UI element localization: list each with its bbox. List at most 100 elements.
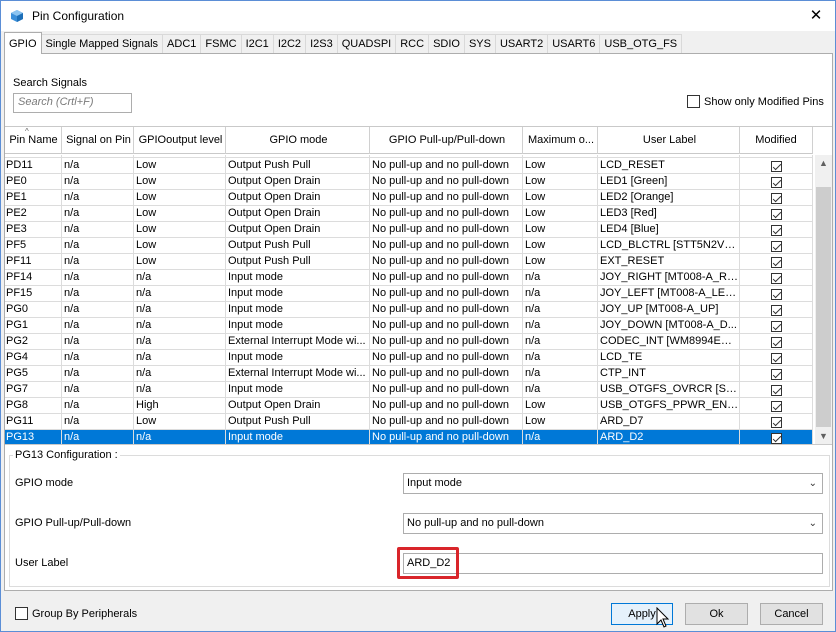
table-cell-signal: n/a — [62, 254, 134, 270]
cancel-button[interactable]: Cancel — [760, 603, 823, 625]
table-row[interactable]: PG5 n/a n/a External Interrupt Mode wi... No… — [5, 366, 813, 382]
pull-select[interactable]: No pull-up and no pull-down ⌄ — [403, 513, 823, 534]
modified-checkbox[interactable] — [770, 160, 782, 172]
table-cell-max: n/a — [523, 382, 598, 398]
table-row[interactable]: PE3 n/a Low Output Open Drain No pull-up and… — [5, 222, 813, 238]
gpio-panel: Search Signals Search (Crtl+F) Show only… — [4, 53, 833, 591]
scroll-down-icon[interactable]: ▼ — [815, 428, 832, 444]
group-by-checkbox[interactable] — [15, 607, 28, 620]
column-header[interactable]: Signal on Pin — [62, 127, 134, 154]
table-cell-mode: Input mode — [226, 318, 370, 334]
column-header[interactable]: GPIO mode — [226, 127, 370, 154]
tab-rcc[interactable]: RCC — [395, 34, 430, 54]
table-row[interactable]: PF11 n/a Low Output Push Pull No pull-up and… — [5, 254, 813, 270]
table-cell-mode: Input mode — [226, 430, 370, 444]
table-cell-max: Low — [523, 238, 598, 254]
search-input[interactable]: Search (Crtl+F) — [13, 93, 132, 113]
table-row[interactable]: PG2 n/a n/a External Interrupt Mode wi... No… — [5, 334, 813, 350]
table-cell-pull: No pull-up and no pull-down — [370, 334, 523, 350]
tab-sys[interactable]: SYS — [463, 34, 496, 54]
tab-i2s3[interactable]: I2S3 — [305, 34, 338, 54]
table-row[interactable]: PG1 n/a n/a Input mode No pull-up and no pul… — [5, 318, 813, 334]
table-row[interactable]: PG11 n/a Low Output Push Pull No pull-up and… — [5, 414, 813, 430]
table-cell-label: ARD_D7 — [598, 414, 740, 430]
tab-quadspi[interactable]: QUADSPI — [336, 34, 397, 54]
ok-button[interactable]: Ok — [685, 603, 748, 625]
modified-checkbox[interactable] — [770, 176, 782, 188]
modified-checkbox[interactable] — [770, 208, 782, 220]
table-row[interactable]: PF15 n/a n/a Input mode No pull-up and no pu… — [5, 286, 813, 302]
show-modified-toggle[interactable]: Show only Modified Pins — [687, 95, 824, 108]
tab-usart6[interactable]: USART6 — [547, 34, 601, 54]
modified-checkbox[interactable] — [770, 416, 782, 428]
table-cell-pull: No pull-up and no pull-down — [370, 254, 523, 270]
tab-sdio[interactable]: SDIO — [428, 34, 465, 54]
gpio-mode-select[interactable]: Input mode ⌄ — [403, 473, 823, 494]
table-row[interactable]: PG4 n/a n/a Input mode No pull-up and no pul… — [5, 350, 813, 366]
table-cell-pull: No pull-up and no pull-down — [370, 318, 523, 334]
table-row[interactable]: PE2 n/a Low Output Open Drain No pull-up and… — [5, 206, 813, 222]
modified-checkbox[interactable] — [770, 240, 782, 252]
table-cell-modified — [740, 286, 813, 302]
tab-single-mapped-signals[interactable]: Single Mapped Signals — [40, 34, 164, 54]
modified-checkbox[interactable] — [770, 368, 782, 380]
table-cell-modified — [740, 158, 813, 174]
table-cell-level: Low — [134, 206, 226, 222]
table-cell-signal: n/a — [62, 286, 134, 302]
modified-checkbox[interactable] — [770, 224, 782, 236]
close-icon[interactable]: ✕ — [807, 7, 825, 25]
column-header[interactable]: Modified — [740, 127, 813, 154]
modified-checkbox[interactable] — [770, 288, 782, 300]
table-row[interactable]: PF14 n/a n/a Input mode No pull-up and no pu… — [5, 270, 813, 286]
column-header[interactable]: GPIO Pull-up/Pull-down — [370, 127, 523, 154]
table-row[interactable]: PF5 n/a Low Output Push Pull No pull-up and … — [5, 238, 813, 254]
tab-usb-otg-fs[interactable]: USB_OTG_FS — [599, 34, 683, 54]
tab-usart2[interactable]: USART2 — [494, 34, 549, 54]
config-title: PG13 Configuration : — [13, 449, 120, 461]
modified-checkbox[interactable] — [770, 272, 782, 284]
column-header[interactable]: GPIOoutput level — [134, 127, 226, 154]
table-cell-modified — [740, 398, 813, 414]
scroll-up-icon[interactable]: ▲ — [815, 155, 832, 172]
table-row[interactable]: PE1 n/a Low Output Open Drain No pull-up and… — [5, 190, 813, 206]
tab-i2c2[interactable]: I2C2 — [272, 34, 307, 54]
column-header-label: Pin Name — [9, 134, 58, 146]
table-row[interactable]: PE0 n/a Low Output Open Drain No pull-up and… — [5, 174, 813, 190]
tab-fsmc[interactable]: FSMC — [200, 34, 242, 54]
modified-checkbox[interactable] — [770, 320, 782, 332]
modified-checkbox[interactable] — [770, 336, 782, 348]
column-header[interactable]: User Label — [598, 127, 740, 154]
table-cell-signal: n/a — [62, 190, 134, 206]
table-cell-level: n/a — [134, 382, 226, 398]
group-by-toggle[interactable]: Group By Peripherals — [15, 607, 137, 620]
tab-adc1[interactable]: ADC1 — [162, 34, 202, 54]
table-row[interactable]: PD11 n/a Low Output Push Pull No pull-up and… — [5, 158, 813, 174]
modified-checkbox[interactable] — [770, 304, 782, 316]
table-cell-max: Low — [523, 414, 598, 430]
table-cell-label: ARD_D2 — [598, 430, 740, 444]
tab-gpio[interactable]: GPIO — [4, 32, 42, 54]
table-row[interactable]: PG13 n/a n/a Input mode No pull-up and no pu… — [5, 430, 813, 444]
modified-checkbox[interactable] — [770, 192, 782, 204]
tab-i2c1[interactable]: I2C1 — [240, 34, 274, 54]
modified-checkbox[interactable] — [770, 256, 782, 268]
table-cell-signal: n/a — [62, 318, 134, 334]
table-cell-mode: Output Open Drain — [226, 206, 370, 222]
scroll-thumb[interactable] — [816, 187, 831, 427]
table-cell-modified — [740, 382, 813, 398]
table-row[interactable]: PG7 n/a n/a Input mode No pull-up and no pul… — [5, 382, 813, 398]
column-header[interactable]: Maximum o... — [523, 127, 598, 154]
table-cell-pin: PG5 — [5, 366, 62, 382]
show-modified-checkbox[interactable] — [687, 95, 700, 108]
modified-checkbox[interactable] — [770, 352, 782, 364]
table-scrollbar[interactable]: ▲ ▼ — [815, 155, 832, 444]
user-label-input[interactable]: ARD_D2 — [403, 553, 823, 574]
table-row[interactable]: PG8 n/a High Output Open Drain No pull-up an… — [5, 398, 813, 414]
table-cell-level: n/a — [134, 350, 226, 366]
modified-checkbox[interactable] — [770, 400, 782, 412]
column-header[interactable]: Pin Name ^ — [5, 127, 62, 154]
table-cell-max: n/a — [523, 286, 598, 302]
modified-checkbox[interactable] — [770, 432, 782, 444]
table-row[interactable]: PG0 n/a n/a Input mode No pull-up and no pul… — [5, 302, 813, 318]
modified-checkbox[interactable] — [770, 384, 782, 396]
